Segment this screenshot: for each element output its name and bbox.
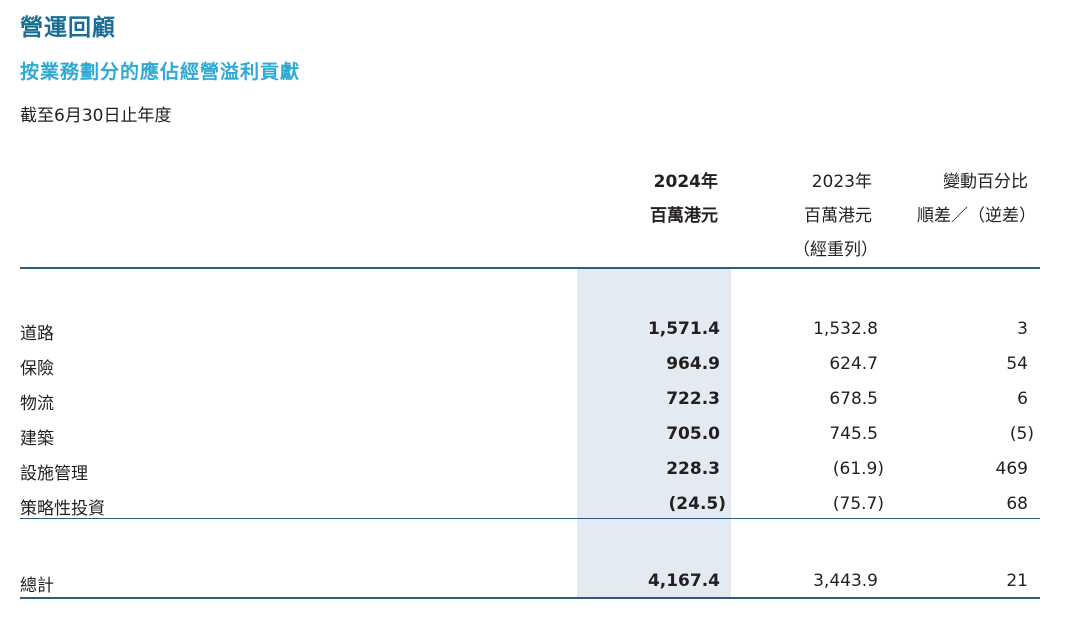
table-row: 建築 705.0 745.5 (5) xyxy=(0,424,1080,450)
table-row: 策略性投資 (24.5) (75.7) 68 xyxy=(0,494,1080,520)
table-row: 物流 722.3 678.5 6 xyxy=(0,389,1080,415)
table-row: 設施管理 228.3 (61.9) 469 xyxy=(0,459,1080,485)
value-2024: 1,571.4 xyxy=(647,319,720,339)
value-2024: 705.0 xyxy=(666,424,720,444)
value-2023: (75.7) xyxy=(832,494,884,514)
period-label: 截至6月30日止年度 xyxy=(20,106,172,126)
value-2023: 745.5 xyxy=(829,424,878,444)
table-row: 道路 1,571.4 1,532.8 3 xyxy=(0,319,1080,345)
value-change: 3 xyxy=(1017,319,1028,339)
subtotal-rule xyxy=(20,518,1040,519)
header-change-title: 變動百分比 xyxy=(943,172,1028,192)
row-label: 道路 xyxy=(20,324,54,344)
value-2023: (61.9) xyxy=(832,459,884,479)
row-label: 設施管理 xyxy=(20,464,88,484)
value-2023: 678.5 xyxy=(829,389,878,409)
total-label: 總計 xyxy=(20,576,54,596)
total-row: 總計 4,167.4 3,443.9 21 xyxy=(0,571,1080,597)
value-change: 469 xyxy=(995,459,1028,479)
value-change: (5) xyxy=(1009,424,1034,444)
section-subtitle: 按業務劃分的應佔經營溢利貢獻 xyxy=(20,61,301,83)
row-label: 策略性投資 xyxy=(20,499,105,519)
value-change: 6 xyxy=(1017,389,1028,409)
header-2023-unit: 百萬港元 xyxy=(804,206,872,226)
row-label: 保險 xyxy=(20,359,54,379)
total-2023: 3,443.9 xyxy=(813,571,878,591)
value-2024: 228.3 xyxy=(666,459,720,479)
page-title: 營運回顧 xyxy=(20,15,116,41)
row-label: 建築 xyxy=(20,429,54,449)
value-2023: 1,532.8 xyxy=(813,319,878,339)
value-2024: (24.5) xyxy=(668,494,726,514)
header-2023-note: （經重列） xyxy=(793,240,878,260)
value-change: 68 xyxy=(1006,494,1028,514)
total-2024: 4,167.4 xyxy=(647,571,720,591)
table-row: 保險 964.9 624.7 54 xyxy=(0,354,1080,380)
value-change: 54 xyxy=(1006,354,1028,374)
value-2023: 624.7 xyxy=(829,354,878,374)
header-2024-unit: 百萬港元 xyxy=(650,206,718,226)
value-2024: 964.9 xyxy=(666,354,720,374)
header-change-note: 順差／（逆差） xyxy=(917,206,1036,226)
header-2024-year: 2024年 xyxy=(653,172,718,192)
header-rule xyxy=(20,267,1040,269)
header-2023-year: 2023年 xyxy=(811,172,872,192)
row-label: 物流 xyxy=(20,394,54,414)
total-change: 21 xyxy=(1006,571,1028,591)
value-2024: 722.3 xyxy=(666,389,720,409)
total-rule xyxy=(20,597,1040,599)
